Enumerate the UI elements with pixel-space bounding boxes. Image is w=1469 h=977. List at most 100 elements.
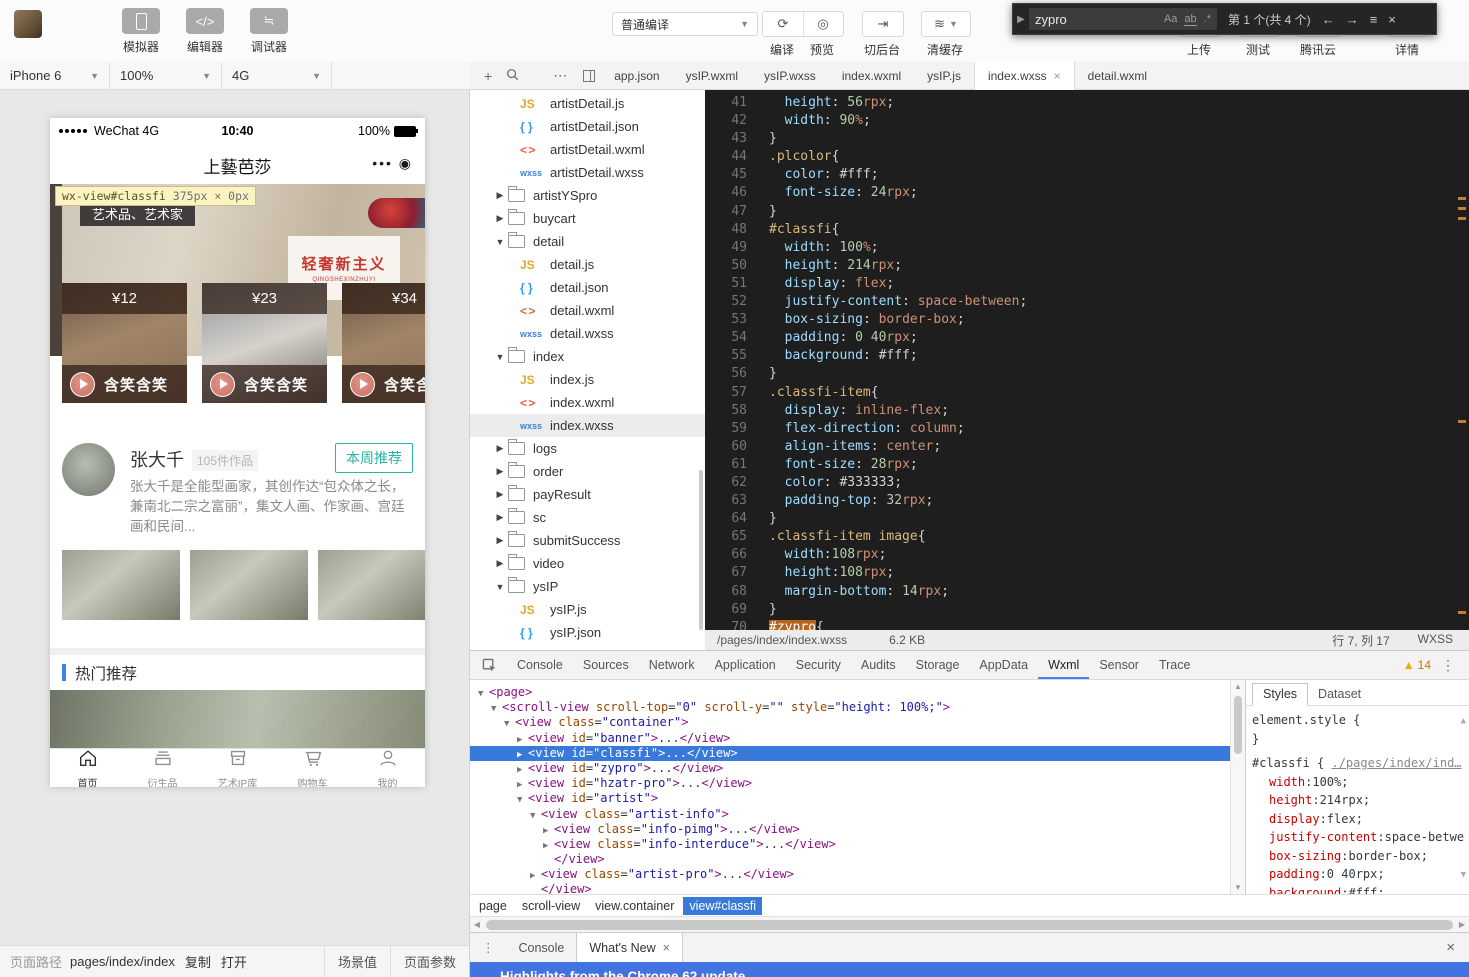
mode-button-phone[interactable]: 模拟器 [118, 8, 164, 55]
hot-recommend-image[interactable] [50, 690, 425, 748]
chevron-right-icon[interactable]: ▶ [494, 512, 506, 523]
wxml-node[interactable]: ▶<view id="zypro">...</view> [470, 761, 1230, 776]
tree-file-index.wxss[interactable]: wxssindex.wxss [470, 414, 705, 437]
editor-tab-detail.wxml[interactable]: detail.wxml [1075, 62, 1160, 90]
devtools-tab-AppData[interactable]: AppData [969, 651, 1038, 679]
play-icon[interactable] [350, 372, 375, 397]
open-path-link[interactable]: 打开 [221, 952, 247, 971]
chevron-down-icon[interactable]: ▼ [491, 702, 502, 717]
action-切后台-button[interactable]: ⇥ [862, 11, 904, 37]
mode-button-debug[interactable]: ≒调试器 [246, 8, 292, 55]
scroll-right-icon[interactable]: ▶ [1455, 920, 1469, 929]
tree-folder-sc[interactable]: ▶sc [470, 506, 705, 529]
chevron-right-icon[interactable]: ▶ [494, 466, 506, 477]
find-next-icon[interactable]: → [1346, 12, 1359, 27]
chevron-down-icon[interactable]: ▼ [494, 582, 506, 592]
artwork-thumbnail[interactable] [190, 550, 308, 620]
devtools-tab-Sensor[interactable]: Sensor [1089, 651, 1149, 679]
artist-avatar[interactable] [62, 443, 115, 496]
inspect-element-icon[interactable] [482, 658, 497, 673]
tree-folder-ysIP[interactable]: ▼ysIP [470, 575, 705, 598]
style-property[interactable]: justify-content:space-between; [1252, 828, 1465, 847]
phone-tab-首页[interactable]: 首页 [50, 749, 125, 787]
phone-tab-艺术IP库[interactable]: 艺术IP库 [200, 749, 275, 787]
artwork-thumbnail[interactable] [318, 550, 425, 620]
chevron-down-icon[interactable]: ▼ [494, 352, 506, 362]
tree-file-detail.wxss[interactable]: wxssdetail.wxss [470, 322, 705, 345]
tree-file-index.js[interactable]: JSindex.js [470, 368, 705, 391]
styles-tab-Styles[interactable]: Styles [1252, 683, 1308, 706]
devtools-tab-Wxml[interactable]: Wxml [1038, 651, 1089, 679]
warning-badge[interactable]: ▲ 14 [1403, 658, 1431, 672]
tree-folder-logs[interactable]: ▶logs [470, 437, 705, 460]
style-property[interactable]: height:214rpx; [1252, 791, 1465, 810]
user-avatar[interactable] [14, 10, 42, 38]
chevron-right-icon[interactable]: ▶ [494, 535, 506, 546]
play-icon[interactable] [70, 372, 95, 397]
chevron-right-icon[interactable]: ▶ [494, 443, 506, 454]
wxml-node[interactable]: </view> [470, 882, 1230, 894]
wxml-node[interactable]: ▶<view id="banner">...</view> [470, 731, 1230, 746]
wxml-node[interactable]: ▶<view id="hzatr-pro">...</view> [470, 776, 1230, 791]
tree-folder-artistYSpro[interactable]: ▶artistYSpro [470, 184, 705, 207]
find-toggle-icon[interactable]: ▶ [1013, 14, 1029, 25]
devtools-more-icon[interactable]: ⋮ [1441, 657, 1455, 674]
editor-tab-ysIP.js[interactable]: ysIP.js [914, 62, 974, 90]
tree-file-detail.js[interactable]: JSdetail.js [470, 253, 705, 276]
regex-icon[interactable]: .* [1204, 13, 1211, 25]
wxml-node[interactable]: ▶<view class="info-pimg">...</view> [470, 822, 1230, 837]
devtools-tab-Application[interactable]: Application [705, 651, 786, 679]
tree-file-artistDetail.js[interactable]: JSartistDetail.js [470, 92, 705, 115]
style-property[interactable]: background:#fff; [1252, 884, 1465, 895]
file-tree-scrollbar[interactable] [699, 470, 703, 630]
breadcrumb-item-view.container[interactable]: view.container [589, 897, 680, 915]
tree-file-artistDetail.wxml[interactable]: < >artistDetail.wxml [470, 138, 705, 161]
style-property[interactable]: padding:0 40rpx; [1252, 865, 1465, 884]
chevron-down-icon[interactable]: ▼ [504, 717, 515, 732]
editor-tab-index.wxss[interactable]: index.wxss× [974, 62, 1075, 90]
chevron-down-icon[interactable]: ▼ [530, 809, 541, 824]
drawer-menu-icon[interactable]: ⋮ [482, 940, 495, 955]
find-close-icon[interactable]: × [1388, 12, 1396, 27]
tree-file-detail.wxml[interactable]: < >detail.wxml [470, 299, 705, 322]
scroll-down-icon[interactable]: ▼ [1461, 866, 1466, 885]
device-select[interactable]: iPhone 6▼ [0, 62, 110, 89]
weekly-recommend-button[interactable]: 本周推荐 [335, 443, 413, 473]
drawer-close-icon[interactable]: × [1446, 939, 1455, 956]
tree-file-detail.json[interactable]: { }detail.json [470, 276, 705, 299]
scroll-up-icon[interactable]: ▲ [1461, 712, 1466, 731]
chevron-right-icon[interactable]: ▶ [494, 190, 506, 201]
wxml-node[interactable]: ▼<scroll-view scroll-top="0" scroll-y=""… [470, 700, 1230, 715]
wxml-scrollbar[interactable]: ▲▼ [1230, 680, 1245, 894]
tree-file-artistDetail.wxss[interactable]: wxssartistDetail.wxss [470, 161, 705, 184]
wxml-node[interactable]: ▶<view class="info-interduce">...</view> [470, 837, 1230, 852]
drawer-tab-What's New[interactable]: What's New× [576, 933, 683, 962]
style-property[interactable]: display:flex; [1252, 810, 1465, 829]
scene-value-tab[interactable]: 场景值 [324, 946, 390, 977]
devtools-tab-Network[interactable]: Network [639, 651, 705, 679]
tree-folder-order[interactable]: ▶order [470, 460, 705, 483]
drawer-tab-Console[interactable]: Console [507, 933, 577, 962]
page-params-tab[interactable]: 页面参数 [390, 946, 469, 977]
scroll-left-icon[interactable]: ◀ [470, 920, 484, 929]
styles-tab-Dataset[interactable]: Dataset [1308, 684, 1371, 705]
style-property[interactable]: box-sizing:border-box; [1252, 847, 1465, 866]
find-input[interactable]: zypro Aa ab .* [1029, 8, 1217, 30]
wxml-node[interactable]: ▼<view id="artist"> [470, 791, 1230, 806]
tree-folder-submitSuccess[interactable]: ▶submitSuccess [470, 529, 705, 552]
add-file-icon[interactable]: + [484, 68, 492, 84]
chevron-right-icon[interactable]: ▶ [494, 558, 506, 569]
style-property[interactable]: width:100%; [1252, 773, 1465, 792]
product-card[interactable]: ¥34含笑含笑 [342, 283, 425, 403]
more-icon[interactable]: ⋯ [553, 67, 567, 84]
phone-tab-购物车[interactable]: 购物车 [275, 749, 350, 787]
hscroll-thumb[interactable] [486, 920, 1453, 930]
action-预览-icon[interactable]: ◎ [803, 12, 843, 36]
chevron-right-icon[interactable]: ▶ [494, 489, 506, 500]
editor-tab-app.json[interactable]: app.json [601, 62, 672, 90]
tree-folder-detail[interactable]: ▼detail [470, 230, 705, 253]
breadcrumb-item-view#classfi[interactable]: view#classfi [683, 897, 762, 915]
wxml-node[interactable]: ▼<page> [470, 685, 1230, 700]
devtools-tab-Sources[interactable]: Sources [573, 651, 639, 679]
devtools-hscrollbar[interactable]: ◀ ▶ [470, 916, 1469, 932]
